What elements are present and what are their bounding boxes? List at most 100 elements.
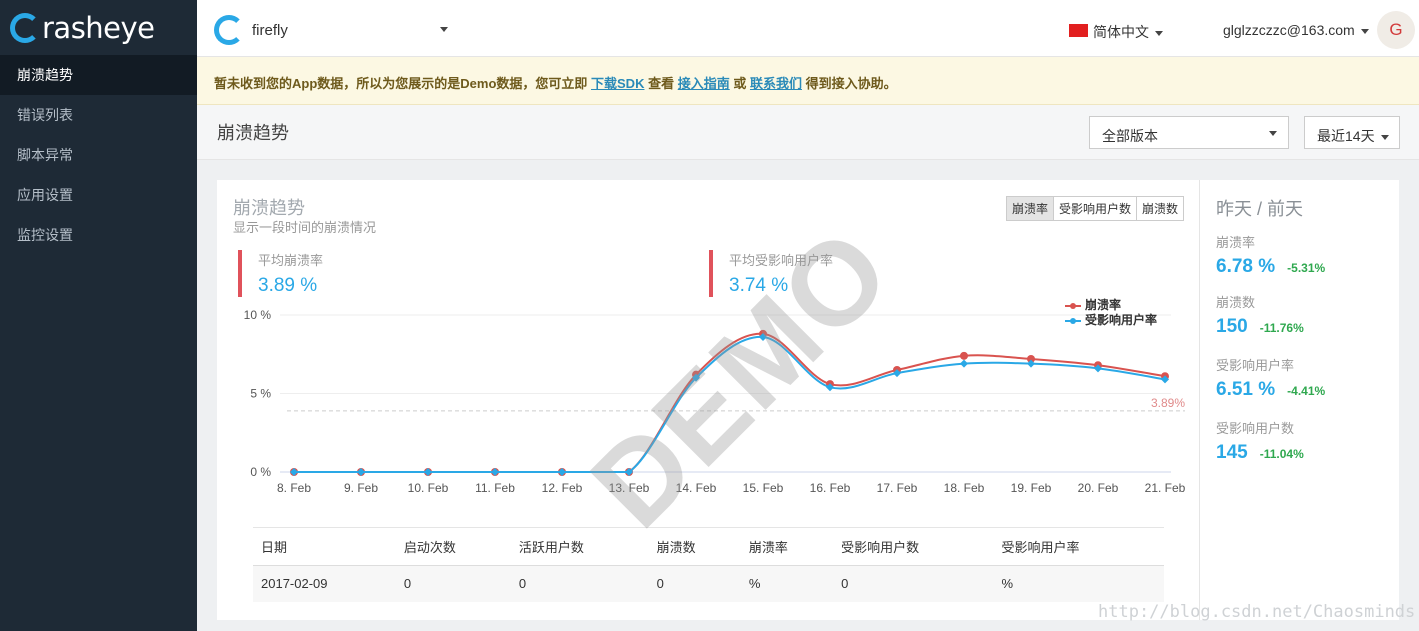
legend-item[interactable]: 受影响用户率: [1065, 313, 1157, 328]
legend-item[interactable]: 崩溃率: [1065, 298, 1157, 313]
comparison-stat: 崩溃数 150 -11.76%: [1216, 292, 1304, 338]
column-header: 活跃用户数: [510, 527, 649, 566]
column-header: 崩溃率: [740, 527, 834, 566]
comparison-stat: 崩溃率 6.78 % -5.31%: [1216, 232, 1325, 278]
comparison-stat-label: 崩溃数: [1216, 295, 1256, 310]
comparison-stat-value: 6.51 % -4.41%: [1216, 379, 1325, 401]
x-tick-label: 8. Feb: [277, 481, 311, 495]
table-cell: %: [993, 565, 1164, 602]
legend-swatch: [1065, 302, 1081, 309]
stat-value: 3.89 %: [258, 275, 318, 296]
stat-number: 6.78 %: [1216, 256, 1276, 277]
sidebar-item-app-settings[interactable]: 应用设置: [0, 175, 197, 215]
reference-line-label: 3.89%: [1151, 396, 1185, 410]
user-menu[interactable]: glglzzczzc@163.com: [1223, 22, 1369, 38]
sidebar-item-error-list[interactable]: 错误列表: [0, 95, 197, 135]
panel-subtitle: 显示一段时间的崩溃情况: [233, 220, 377, 235]
chevron-down-icon: [1269, 131, 1277, 136]
y-tick-label: 0 %: [250, 465, 271, 479]
version-select[interactable]: 全部版本: [1089, 116, 1289, 149]
stat-label: 平均崩溃率: [258, 253, 324, 268]
table-row: 2017-02-09 0 0 0% 0%: [253, 565, 1164, 602]
sidebar-item-script-errors[interactable]: 脚本异常: [0, 135, 197, 175]
x-tick-label: 10. Feb: [408, 481, 449, 495]
table-cell: %: [740, 565, 834, 602]
legend-label: 受影响用户率: [1085, 313, 1158, 327]
version-select-value: 全部版本: [1102, 128, 1158, 144]
chevron-down-icon[interactable]: [440, 27, 448, 32]
avatar[interactable]: G: [1377, 11, 1415, 49]
toggle-crash-rate[interactable]: 崩溃率: [1007, 197, 1054, 220]
x-tick-label: 18. Feb: [944, 481, 985, 495]
download-sdk-link[interactable]: 下载SDK: [591, 76, 644, 91]
comparison-stat-value: 150 -11.76%: [1216, 316, 1304, 338]
table-cell: 0: [648, 565, 741, 602]
stat-delta: -11.04%: [1259, 447, 1304, 461]
x-tick-label: 16. Feb: [810, 481, 851, 495]
table-cell: 0: [510, 565, 649, 602]
data-table: 日期 启动次数 活跃用户数 崩溃数 崩溃率 受影响用户数 受影响用户率 2017-02-09…: [253, 527, 1164, 602]
x-tick-label: 19. Feb: [1011, 481, 1052, 495]
stat-delta: -5.31%: [1287, 261, 1326, 275]
page-title: 崩溃趋势: [217, 123, 289, 143]
notice-text: 得到接入协助。: [801, 76, 897, 91]
x-tick-label: 20. Feb: [1078, 481, 1119, 495]
table-header-row: 日期 启动次数 活跃用户数 崩溃数 崩溃率 受影响用户数 受影响用户率: [253, 527, 1164, 566]
data-point: [960, 351, 968, 360]
metric-toggle-group: 崩溃率 受影响用户数 崩溃数: [1006, 196, 1185, 221]
source-watermark: http://blog.csdn.net/Chaosminds: [1098, 602, 1416, 622]
chevron-down-icon: [1360, 28, 1369, 34]
stat-delta: -4.41%: [1287, 384, 1326, 398]
stat-number: 6.51 %: [1216, 379, 1276, 400]
notice-text: 暂未收到您的App数据，所以为您展示的是Demo数据，您可立即: [214, 76, 592, 91]
date-range-value: 最近14天: [1317, 128, 1375, 144]
x-tick-label: 11. Feb: [475, 481, 515, 495]
contact-us-link[interactable]: 联系我们: [750, 76, 802, 91]
data-point: [960, 359, 968, 368]
x-tick-label: 21. Feb: [1145, 481, 1186, 495]
sidebar-item-crash-trend[interactable]: 崩溃趋势: [0, 55, 197, 95]
demo-notice: 暂未收到您的App数据，所以为您展示的是Demo数据，您可立即 下载SDK 查看…: [197, 57, 1419, 105]
brand-name: rasheye: [42, 10, 155, 45]
stat-number: 145: [1216, 442, 1248, 463]
app-selector[interactable]: firefly: [252, 22, 288, 39]
date-range-select[interactable]: 最近14天: [1304, 116, 1400, 149]
chevron-down-icon: [1155, 30, 1163, 36]
y-tick-label: 5 %: [250, 387, 271, 401]
notice-text: 查看: [644, 76, 678, 91]
table-cell: 2017-02-09: [253, 565, 396, 602]
topbar: firefly 简体中文 glglzzczzc@163.com G: [197, 0, 1419, 57]
comparison-title: 昨天 / 前天: [1216, 199, 1304, 219]
column-header: 启动次数: [395, 527, 511, 566]
stat-number: 150: [1216, 316, 1248, 337]
comparison-stat-value: 145 -11.04%: [1216, 442, 1304, 464]
legend-swatch: [1065, 317, 1081, 324]
x-tick-label: 9. Feb: [344, 481, 378, 495]
user-email: glglzzczzc@163.com: [1223, 22, 1355, 38]
x-tick-label: 17. Feb: [877, 481, 918, 495]
comparison-panel: 昨天 / 前天 崩溃率 6.78 % -5.31% 崩溃数 150 -11.76% 受影响用…: [1199, 180, 1399, 620]
comparison-stat-label: 受影响用户率: [1216, 358, 1295, 373]
column-header: 日期: [253, 527, 396, 566]
comparison-stat-label: 崩溃率: [1216, 235, 1256, 250]
integration-guide-link[interactable]: 接入指南: [678, 76, 730, 91]
chevron-down-icon: [1380, 134, 1389, 140]
china-flag-icon: [1069, 24, 1088, 37]
legend-label: 崩溃率: [1085, 298, 1122, 312]
comparison-stat: 受影响用户数 145 -11.04%: [1216, 418, 1304, 464]
toggle-affected-users[interactable]: 受影响用户数: [1053, 197, 1137, 220]
page-header: 崩溃趋势 全部版本 最近14天: [197, 105, 1419, 160]
brand-logo[interactable]: rasheye: [0, 0, 197, 55]
language-selector[interactable]: 简体中文: [1093, 22, 1163, 42]
toggle-crash-count[interactable]: 崩溃数: [1136, 197, 1184, 220]
comparison-stat-label: 受影响用户数: [1216, 421, 1295, 436]
stat-avg-crash-rate: 平均崩溃率 3.89 %: [238, 250, 323, 297]
x-tick-label: 12. Feb: [542, 481, 583, 495]
app-logo-icon: [214, 15, 244, 45]
x-tick-label: 15. Feb: [743, 481, 784, 495]
y-tick-label: 10 %: [244, 308, 272, 322]
sidebar-item-monitor-settings[interactable]: 监控设置: [0, 215, 197, 255]
table-cell: 0: [833, 565, 994, 602]
comparison-stat: 受影响用户率 6.51 % -4.41%: [1216, 355, 1325, 401]
column-header: 受影响用户率: [993, 527, 1164, 566]
